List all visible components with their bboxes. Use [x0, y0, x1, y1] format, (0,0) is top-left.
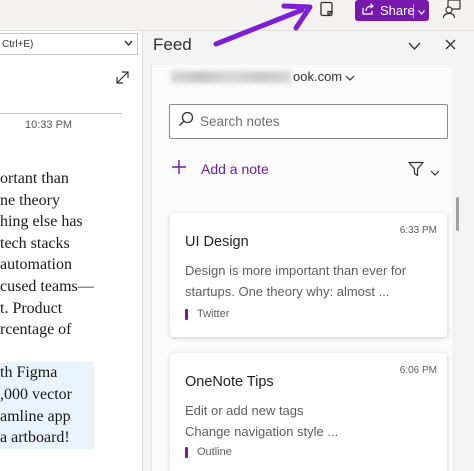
- page-timestamp: 10:33 PM: [25, 119, 73, 131]
- add-note-label: Add a note: [201, 160, 269, 177]
- note-preview-line: Edit or add new tags: [185, 403, 304, 418]
- feed-scrollbar-thumb[interactable]: [456, 197, 459, 231]
- page-title-underline: [0, 113, 122, 114]
- page-line: a artboard!: [0, 427, 94, 449]
- note-time: 6:33 PM: [399, 225, 437, 236]
- page-line: [0, 341, 94, 363]
- chevron-down-icon: [418, 3, 425, 18]
- page-line: t. Product: [0, 299, 63, 317]
- page-line: ortant than: [0, 170, 69, 187]
- notes-feed-icon: [319, 1, 335, 23]
- page-line: automation: [0, 256, 72, 274]
- close-icon[interactable]: [445, 37, 456, 55]
- note-preview: Design is more important than ever for s…: [185, 260, 406, 302]
- note-source-label: Outline: [197, 446, 232, 458]
- add-note-button[interactable]: Add a note: [171, 159, 269, 178]
- chevron-down-icon[interactable]: [124, 38, 133, 49]
- note-preview-line: Change navigation style ...: [185, 424, 339, 439]
- page-line: rcentage of: [0, 321, 72, 339]
- source-color-bar: [185, 446, 188, 458]
- note-preview: Edit or add new tags Change navigation s…: [185, 400, 338, 442]
- page-line: tech stacks: [0, 234, 70, 252]
- account-email-suffix: ook.com: [293, 69, 343, 84]
- note-card[interactable]: 6:33 PM UI Design Design is more importa…: [170, 213, 447, 337]
- note-title: OneNote Tips: [185, 374, 274, 390]
- note-source: Outline: [185, 446, 232, 458]
- page-line: amline app: [0, 405, 94, 428]
- share-label: Share: [380, 3, 415, 18]
- person-feedback-icon: [442, 0, 462, 24]
- feed-title: Feed: [153, 35, 192, 54]
- share-split-button[interactable]: Share: [355, 0, 429, 21]
- page-line: hing else has: [0, 213, 83, 231]
- search-notes-input[interactable]: [200, 114, 430, 129]
- share-button[interactable]: Share: [355, 0, 415, 21]
- note-time: 6:06 PM: [399, 365, 437, 376]
- filter-icon: [408, 161, 424, 182]
- share-icon: [362, 3, 375, 18]
- search-hint: Ctrl+E): [2, 38, 34, 50]
- page-line: ,000 vector: [0, 383, 94, 406]
- feed-pane: Feed ook.com Add a note 6:33 PM: [143, 31, 474, 471]
- page-line: ne theory: [0, 191, 60, 209]
- page-canvas[interactable]: Ctrl+E) 10:33 PM ortant than ne theory h…: [0, 31, 143, 471]
- note-title: UI Design: [185, 234, 249, 250]
- chevron-down-icon[interactable]: [408, 37, 421, 55]
- chevron-down-icon: [430, 163, 440, 181]
- source-color-bar: [185, 308, 188, 320]
- search-notes-field[interactable]: [169, 104, 448, 139]
- search-icon: [178, 111, 194, 132]
- plus-icon: [171, 159, 187, 178]
- page-search-box[interactable]: Ctrl+E): [0, 33, 138, 55]
- page-line: th Figma: [0, 362, 94, 384]
- page-body-text[interactable]: ortant than ne theory hing else has tech…: [0, 168, 94, 449]
- profile-feedback-button[interactable]: [437, 0, 467, 22]
- note-source-label: Twitter: [197, 308, 230, 320]
- note-source: Twitter: [185, 308, 229, 320]
- note-preview-line: startups. One theory why: almost ...: [185, 284, 390, 299]
- account-selector[interactable]: ook.com: [171, 69, 355, 84]
- page-line: cused teams—: [0, 277, 94, 295]
- note-card[interactable]: 6:06 PM OneNote Tips Edit or add new tag…: [170, 353, 447, 471]
- note-preview-line: Design is more important than ever for: [185, 263, 407, 278]
- share-dropdown-button[interactable]: [414, 0, 429, 21]
- account-email-redacted: [171, 70, 291, 83]
- expand-icon[interactable]: [116, 71, 129, 89]
- annotation-arrow: [213, 3, 313, 47]
- chevron-down-icon: [345, 69, 355, 84]
- filter-button[interactable]: [408, 161, 440, 182]
